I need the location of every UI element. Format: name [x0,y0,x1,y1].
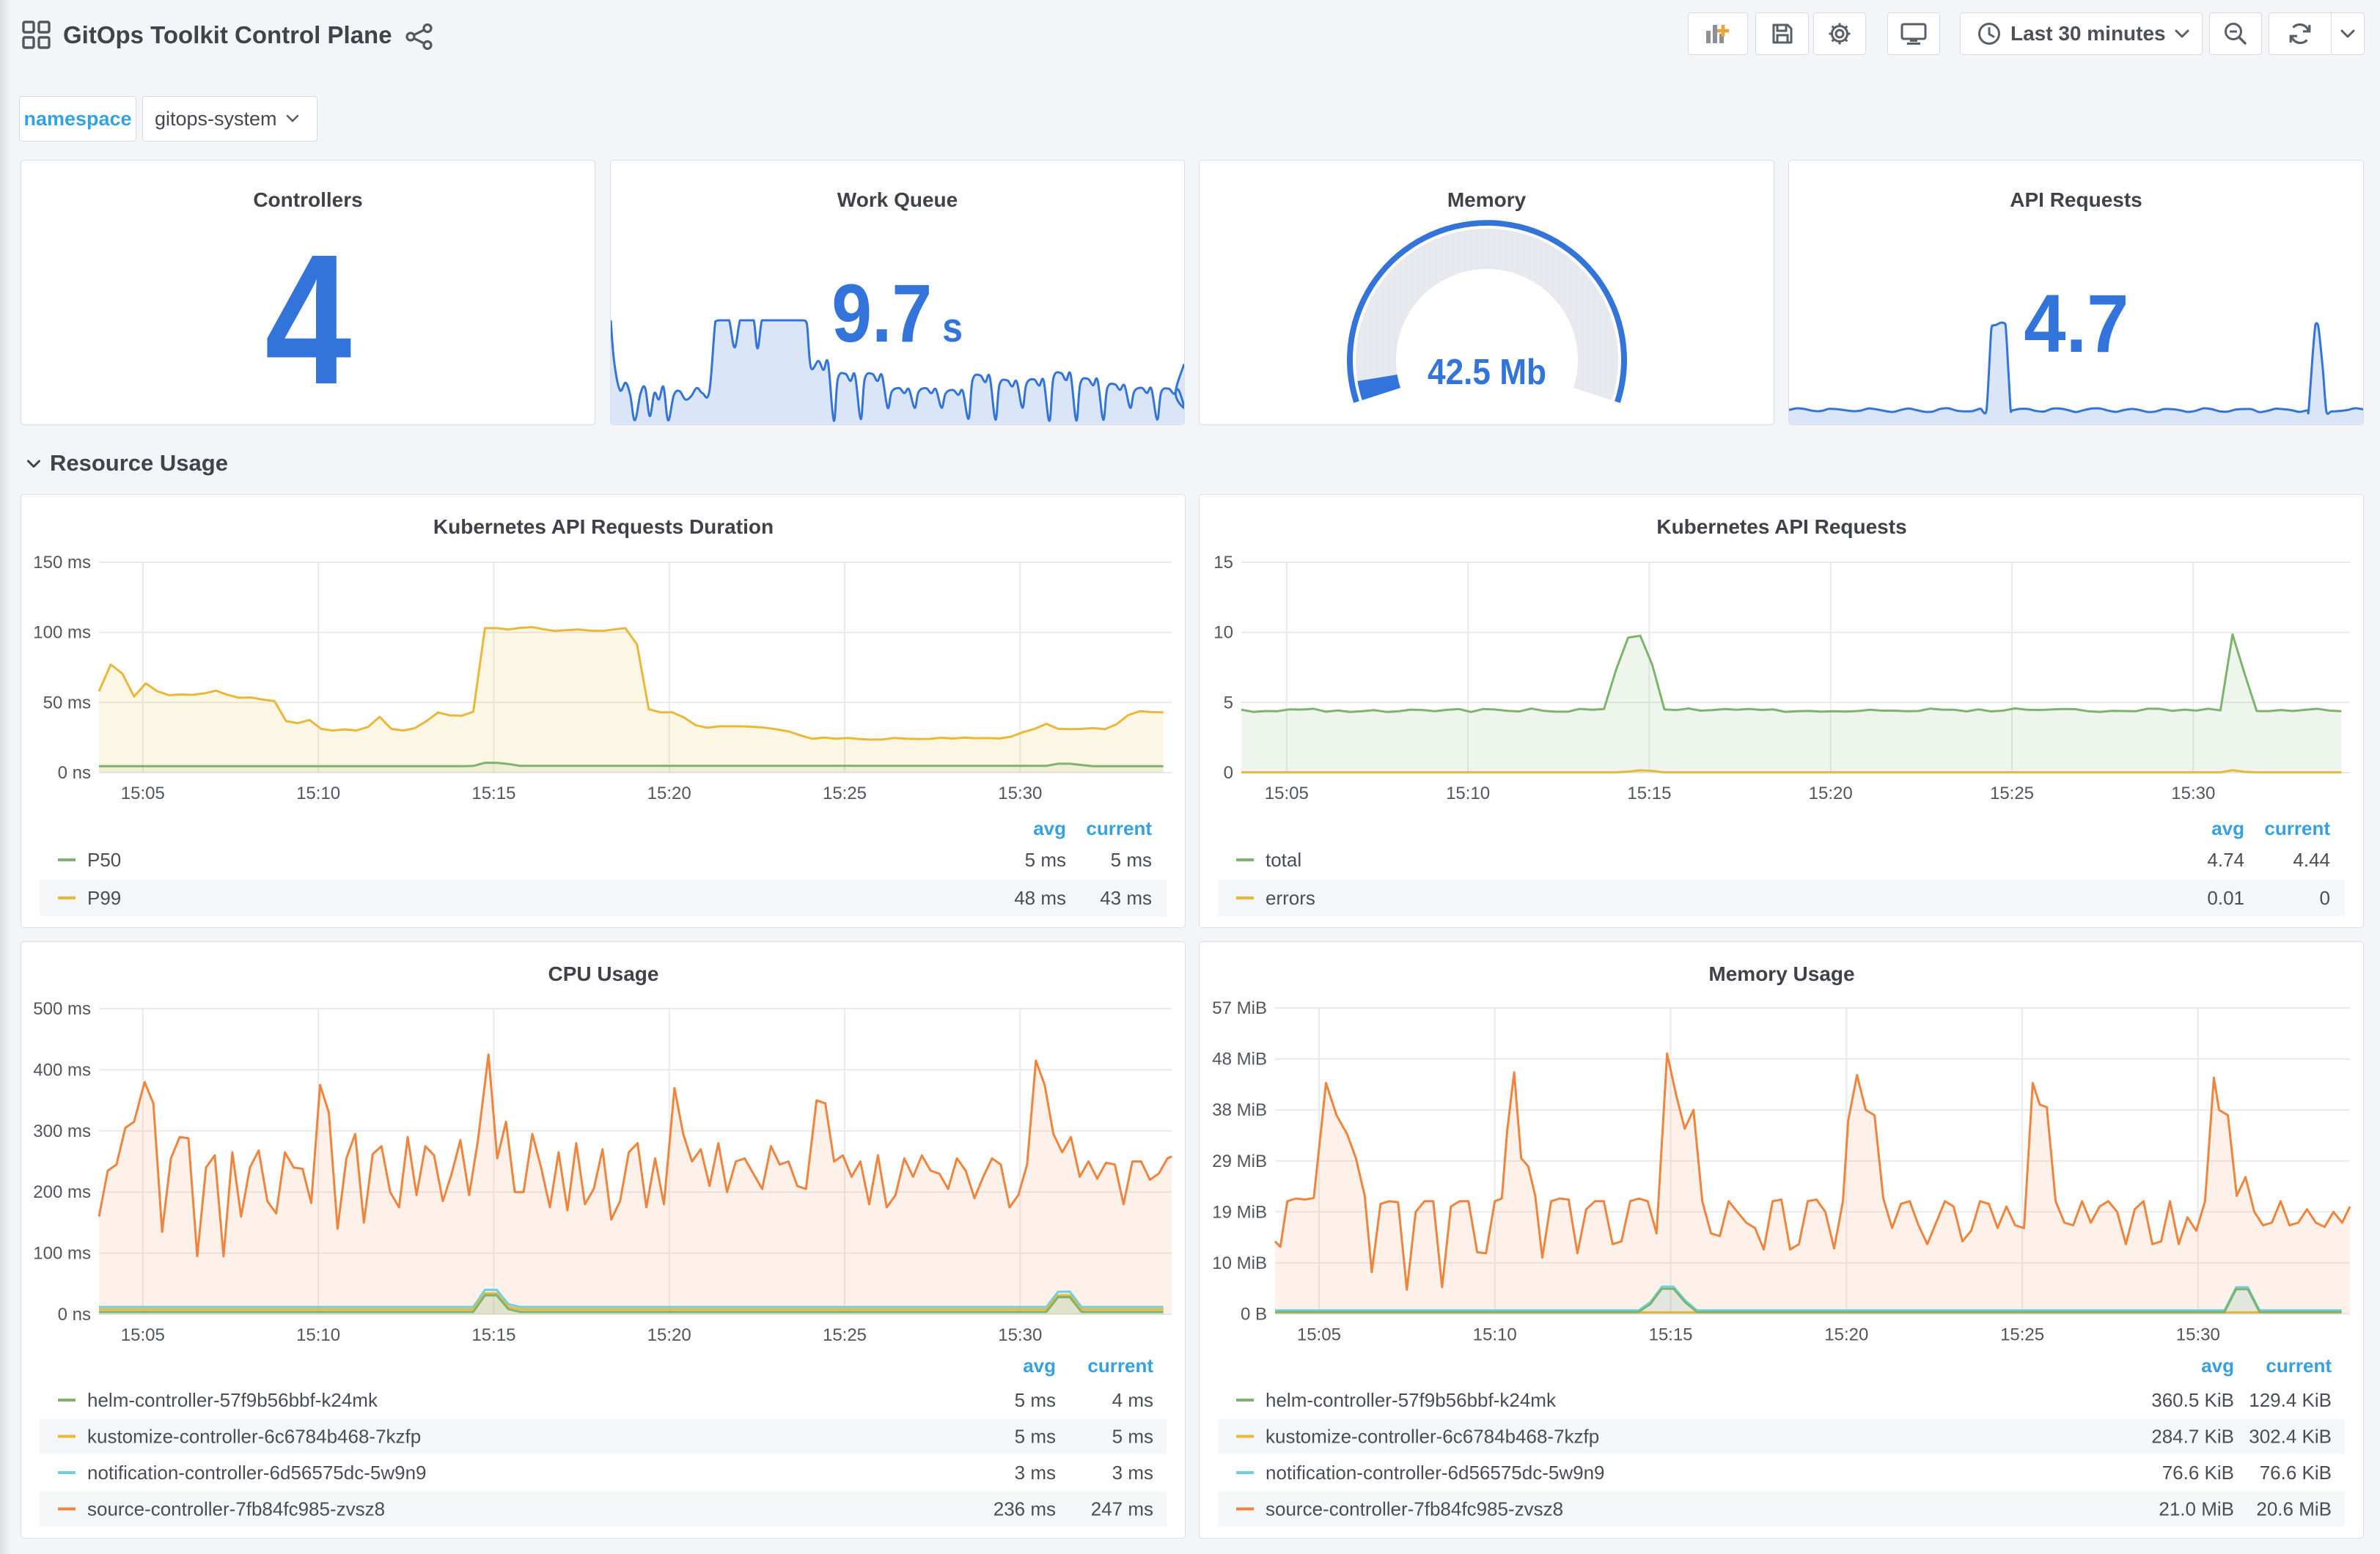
svg-text:avg: avg [1033,817,1066,839]
svg-text:source-controller-7fb84fc985-z: source-controller-7fb84fc985-zvsz8 [87,1498,385,1520]
svg-text:current: current [2266,1355,2332,1377]
svg-text:236 ms: 236 ms [993,1498,1056,1520]
svg-text:current: current [1087,1355,1153,1377]
svg-text:15: 15 [1213,553,1233,572]
svg-text:15:20: 15:20 [647,784,691,803]
svg-text:5 ms: 5 ms [1112,1426,1153,1448]
svg-text:360.5 KiB: 360.5 KiB [2151,1389,2234,1411]
svg-text:19 MiB: 19 MiB [1212,1202,1267,1222]
svg-text:5 ms: 5 ms [1015,1389,1056,1411]
svg-text:0: 0 [1224,763,1233,783]
svg-text:15:05: 15:05 [121,1325,165,1345]
svg-text:5 ms: 5 ms [1015,1426,1056,1448]
svg-text:200 ms: 200 ms [33,1182,91,1202]
svg-text:15:15: 15:15 [471,784,515,803]
svg-text:errors: errors [1266,887,1315,909]
svg-text:284.7 KiB: 284.7 KiB [2151,1426,2234,1448]
svg-text:avg: avg [2211,817,2244,839]
svg-text:10: 10 [1213,623,1233,643]
svg-text:15:25: 15:25 [1990,784,2034,803]
svg-text:38 MiB: 38 MiB [1212,1100,1267,1120]
svg-text:15:25: 15:25 [823,784,867,803]
svg-text:50 ms: 50 ms [43,693,91,712]
svg-text:400 ms: 400 ms [33,1060,91,1080]
svg-text:5 ms: 5 ms [1111,849,1152,871]
svg-text:CPU Usage: CPU Usage [548,962,659,985]
svg-text:100 ms: 100 ms [33,1244,91,1264]
svg-text:500 ms: 500 ms [33,999,91,1019]
svg-text:15:25: 15:25 [2000,1325,2044,1345]
svg-text:15:15: 15:15 [1648,1325,1692,1345]
svg-text:notification-controller-6d5657: notification-controller-6d56575dc-5w9n9 [87,1462,427,1484]
svg-text:15:30: 15:30 [998,1325,1042,1345]
svg-text:3 ms: 3 ms [1112,1462,1153,1484]
svg-text:current: current [1086,817,1152,839]
svg-text:0.01: 0.01 [2207,887,2244,909]
svg-text:15:10: 15:10 [1473,1325,1517,1345]
svg-text:76.6 KiB: 76.6 KiB [2260,1462,2332,1484]
svg-text:15:30: 15:30 [2176,1325,2220,1345]
svg-text:302.4 KiB: 302.4 KiB [2249,1426,2332,1448]
svg-text:29 MiB: 29 MiB [1212,1152,1267,1171]
svg-text:5 ms: 5 ms [1025,849,1066,871]
svg-text:helm-controller-57f9b56bbf-k24: helm-controller-57f9b56bbf-k24mk [87,1389,378,1411]
svg-text:15:20: 15:20 [1824,1325,1868,1345]
svg-text:5: 5 [1224,693,1233,712]
svg-text:150 ms: 150 ms [33,553,91,572]
svg-text:57 MiB: 57 MiB [1212,998,1267,1018]
svg-text:15:05: 15:05 [1265,784,1309,803]
svg-text:P50: P50 [87,849,121,871]
svg-text:15:20: 15:20 [647,1325,691,1345]
svg-text:48 ms: 48 ms [1014,887,1066,909]
svg-text:current: current [2264,817,2330,839]
svg-text:15:15: 15:15 [1627,784,1671,803]
svg-text:Kubernetes API Requests Durati: Kubernetes API Requests Duration [433,515,774,538]
svg-text:15:10: 15:10 [296,1325,340,1345]
svg-text:20.6 MiB: 20.6 MiB [2256,1498,2332,1520]
svg-text:Memory Usage: Memory Usage [1708,962,1854,985]
svg-text:Kubernetes API Requests: Kubernetes API Requests [1656,515,1906,538]
svg-text:4.44: 4.44 [2293,849,2330,871]
svg-text:notification-controller-6d5657: notification-controller-6d56575dc-5w9n9 [1266,1462,1605,1484]
svg-text:P99: P99 [87,887,121,909]
svg-text:4.74: 4.74 [2207,849,2244,871]
svg-text:247 ms: 247 ms [1091,1498,1153,1520]
svg-text:avg: avg [1023,1355,1056,1377]
svg-text:helm-controller-57f9b56bbf-k24: helm-controller-57f9b56bbf-k24mk [1266,1389,1557,1411]
svg-text:76.6 KiB: 76.6 KiB [2162,1462,2234,1484]
svg-text:100 ms: 100 ms [33,623,91,643]
svg-text:15:30: 15:30 [998,784,1042,803]
svg-text:0: 0 [2320,887,2330,909]
svg-text:42.5 Mb: 42.5 Mb [1428,353,1546,392]
svg-text:15:05: 15:05 [1297,1325,1341,1345]
svg-text:4 ms: 4 ms [1112,1389,1153,1411]
svg-text:3 ms: 3 ms [1015,1462,1056,1484]
svg-text:15:30: 15:30 [2171,784,2215,803]
svg-text:300 ms: 300 ms [33,1122,91,1141]
svg-text:0 B: 0 B [1241,1305,1267,1325]
svg-text:15:05: 15:05 [121,784,165,803]
svg-text:15:10: 15:10 [1446,784,1490,803]
svg-text:source-controller-7fb84fc985-z: source-controller-7fb84fc985-zvsz8 [1266,1498,1563,1520]
svg-text:15:15: 15:15 [471,1325,515,1345]
svg-text:21.0 MiB: 21.0 MiB [2159,1498,2234,1520]
svg-text:0 ns: 0 ns [58,763,91,783]
svg-text:kustomize-controller-6c6784b46: kustomize-controller-6c6784b468-7kzfp [87,1426,421,1448]
svg-text:129.4 KiB: 129.4 KiB [2249,1389,2332,1411]
svg-text:48 MiB: 48 MiB [1212,1050,1267,1069]
svg-text:15:20: 15:20 [1809,784,1853,803]
svg-text:total: total [1266,849,1301,871]
svg-text:43 ms: 43 ms [1100,887,1152,909]
svg-text:0 ns: 0 ns [58,1305,91,1325]
svg-text:15:25: 15:25 [823,1325,867,1345]
svg-text:avg: avg [2201,1355,2234,1377]
svg-text:15:10: 15:10 [296,784,340,803]
svg-text:kustomize-controller-6c6784b46: kustomize-controller-6c6784b468-7kzfp [1266,1426,1599,1448]
svg-text:10 MiB: 10 MiB [1212,1253,1267,1273]
